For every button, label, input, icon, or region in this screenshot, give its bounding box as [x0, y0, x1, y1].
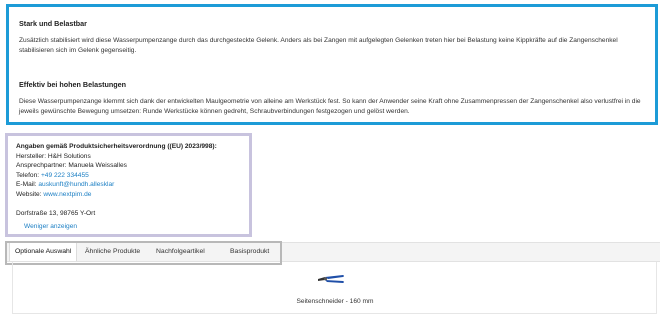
email-link[interactable]: auskunft@hundh.allesklar — [38, 181, 114, 188]
feature-heading-strong: Stark und Belastbar — [19, 19, 87, 28]
product-tabs: Optionale Auswahl Ähnliche Produkte Nach… — [5, 242, 660, 262]
product-name[interactable]: Seitenschneider - 160 mm — [0, 298, 670, 305]
tab-similar-products[interactable]: Ähnliche Produkte — [85, 243, 140, 261]
tab-successor-articles[interactable]: Nachfolgeartikel — [156, 243, 205, 261]
product-features-section: Stark und Belastbar Zusätzlich stabilisi… — [6, 4, 658, 125]
phone-label: Telefon: — [16, 171, 40, 179]
product-card[interactable] — [316, 266, 346, 290]
feature-text-strong: Zusätzlich stabilisiert wird diese Wasse… — [19, 37, 618, 54]
feature-heading-effective: Effektiv bei hohen Belastungen — [19, 80, 127, 89]
email-row: E-Mail: auskunft@hundh.allesklar — [16, 180, 249, 190]
tab-optional-selection[interactable]: Optionale Auswahl — [9, 243, 78, 261]
phone-link[interactable]: +49 222 334455 — [41, 172, 89, 179]
website-row: Website: www.nextpim.de — [16, 190, 249, 200]
manufacturer: Hersteller: H&H Solutions — [16, 152, 91, 160]
tab-base-product[interactable]: Basisprodukt — [230, 243, 269, 261]
phone-row: Telefon: +49 222 334455 — [16, 171, 249, 181]
safety-title: Angaben gemäß Produktsicherheitsverordnu… — [16, 143, 217, 150]
product-safety-info: Angaben gemäß Produktsicherheitsverordnu… — [5, 133, 252, 237]
address: Dorfstraße 13, 98765 Y-Ort — [16, 209, 96, 217]
website-label: Website: — [16, 190, 42, 198]
email-label: E-Mail: — [16, 181, 37, 189]
contact-person: Ansprechpartner: Manuela Weissalles — [16, 162, 127, 170]
pliers-icon — [318, 275, 344, 283]
feature-text-effective: Diese Wasserpumpenzange klemmt sich dank… — [19, 98, 641, 115]
show-less-link[interactable]: Weniger anzeigen — [24, 223, 77, 230]
website-link[interactable]: www.nextpim.de — [43, 191, 91, 198]
